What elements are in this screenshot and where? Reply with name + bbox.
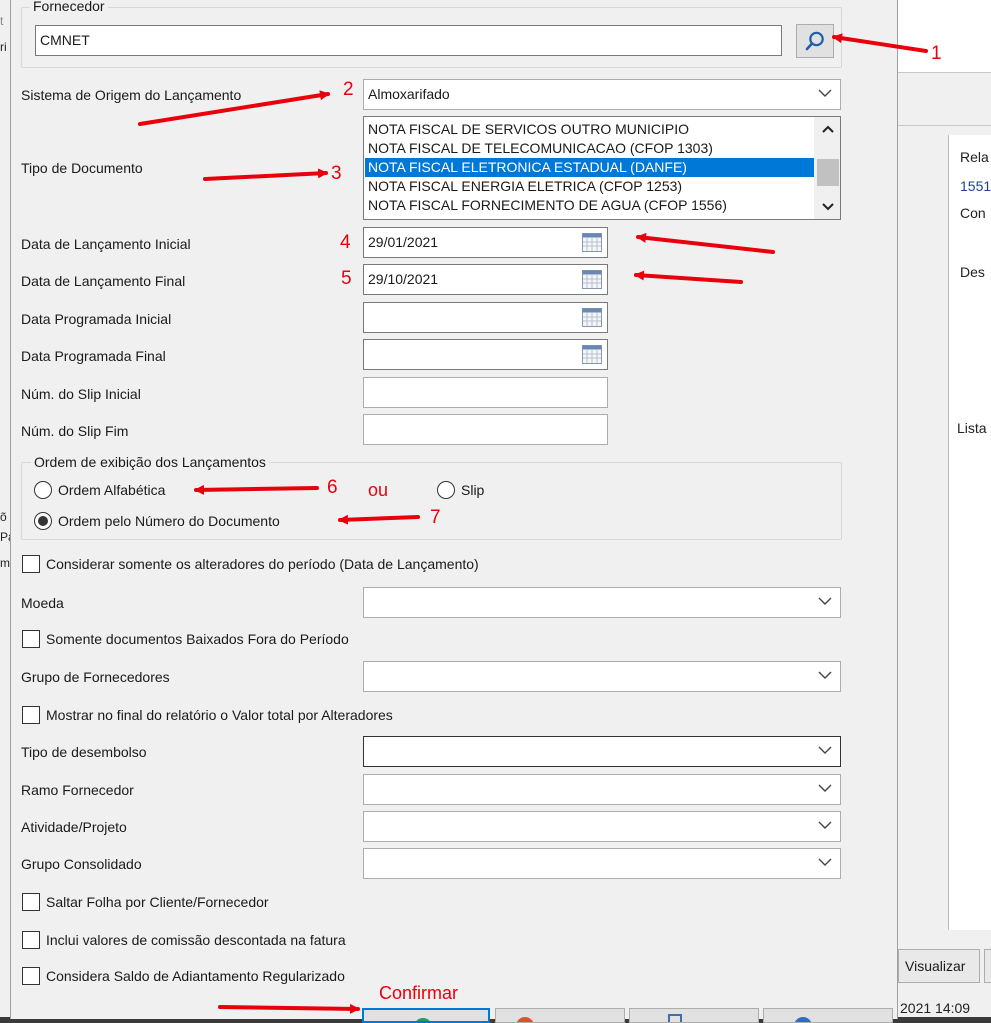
arrow-2 bbox=[138, 90, 330, 126]
arrow-7 bbox=[338, 514, 420, 525]
annotation-confirmar: Confirmar bbox=[379, 983, 459, 1003]
annotation-arrows bbox=[138, 33, 928, 1014]
arrow-3 bbox=[203, 168, 328, 181]
arrow-1 bbox=[832, 33, 928, 53]
arrow-confirmar bbox=[218, 1003, 360, 1014]
annotation-5: 5 bbox=[341, 268, 352, 289]
annotation-6: 6 bbox=[327, 477, 338, 498]
annotation-7: 7 bbox=[430, 507, 441, 528]
annotation-1: 1 bbox=[931, 43, 942, 64]
arrow-6 bbox=[194, 484, 319, 495]
annotation-2: 2 bbox=[343, 79, 354, 100]
arrow-5 bbox=[634, 270, 743, 284]
arrow-4 bbox=[636, 232, 775, 254]
annotation-4: 4 bbox=[340, 232, 351, 253]
annotation-ou: ou bbox=[368, 480, 389, 500]
annotation-3: 3 bbox=[331, 163, 342, 184]
